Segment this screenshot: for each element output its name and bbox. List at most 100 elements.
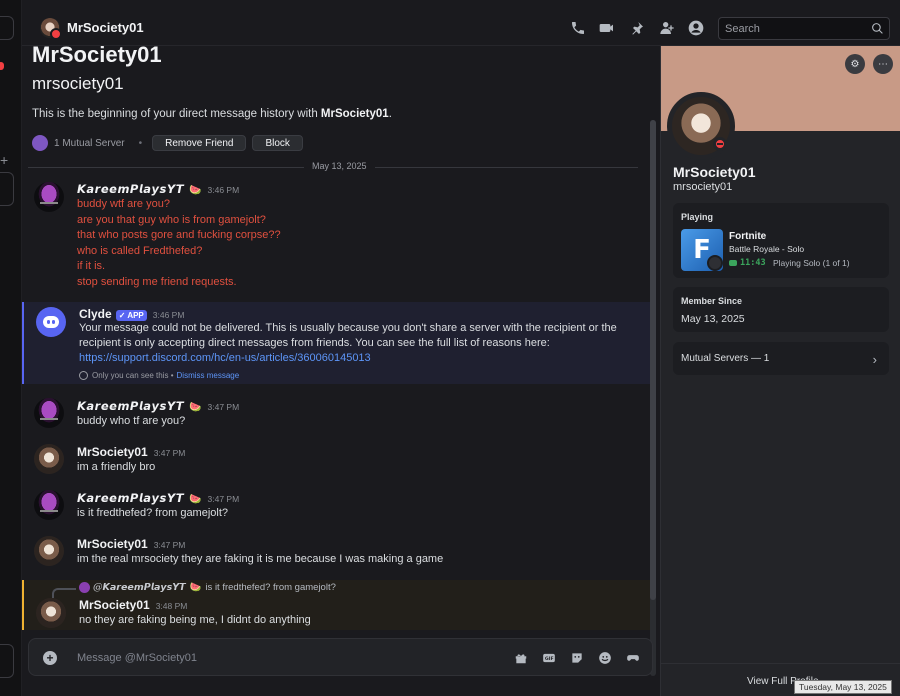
clyde-avatar[interactable] bbox=[36, 307, 66, 337]
avatar[interactable] bbox=[34, 182, 64, 212]
notification-dot bbox=[0, 62, 4, 70]
date-divider-label: May 13, 2025 bbox=[304, 161, 375, 171]
add-attachment-icon[interactable]: + bbox=[43, 651, 57, 665]
welcome-username: mrsociety01 bbox=[32, 74, 124, 93]
message-timestamp[interactable]: 3:47 PM bbox=[208, 494, 240, 504]
message-line: im a friendly bro bbox=[77, 461, 156, 473]
watermelon-emoji: 🍉 bbox=[189, 402, 202, 413]
ephemeral-text: Only you can see this • bbox=[92, 371, 174, 380]
separator-dot: • bbox=[138, 137, 143, 149]
message-line: recipient is only accepting direct messa… bbox=[79, 337, 550, 349]
chat-scrollbar[interactable] bbox=[650, 120, 656, 676]
game-name: Fortnite bbox=[729, 231, 767, 242]
reply-author[interactable]: @𝙆𝙖𝙧𝙚𝙚𝙢𝙋𝙡𝙖𝙮𝙨𝙔𝙏 bbox=[93, 582, 186, 593]
message: MrSociety01 3:47 PM im the real mrsociet… bbox=[22, 532, 652, 572]
pin-icon[interactable] bbox=[628, 19, 646, 37]
watermelon-emoji: 🍉 bbox=[189, 185, 202, 196]
message-timestamp[interactable]: 3:47 PM bbox=[208, 402, 240, 412]
add-friend-icon[interactable]: ⚙ bbox=[845, 54, 865, 74]
mutual-servers-row[interactable]: Mutual Servers — 1 › bbox=[673, 342, 889, 375]
intro-text: This is the beginning of your direct mes… bbox=[32, 108, 321, 120]
profile-avatar[interactable] bbox=[667, 92, 735, 160]
remove-friend-button[interactable]: Remove Friend bbox=[152, 135, 247, 151]
phone-icon[interactable] bbox=[569, 19, 587, 37]
message-timestamp[interactable]: 3:47 PM bbox=[154, 540, 186, 550]
message: 𝙆𝙖𝙧𝙚𝙚𝙢𝙋𝙡𝙖𝙮𝙨𝙔𝙏 🍉 3:47 PM buddy who tf are… bbox=[22, 394, 652, 434]
avatar[interactable] bbox=[34, 444, 64, 474]
avatar[interactable] bbox=[34, 490, 64, 520]
message-timestamp[interactable]: 3:47 PM bbox=[154, 448, 186, 458]
gif-icon[interactable]: GIF bbox=[542, 651, 556, 665]
add-friend-icon[interactable] bbox=[658, 19, 676, 37]
user-panel-partial[interactable] bbox=[0, 644, 14, 678]
message-header: 𝙆𝙖𝙧𝙚𝙚𝙢𝙋𝙡𝙖𝙮𝙨𝙔𝙏 🍉 3:46 PM bbox=[77, 182, 239, 196]
message-author[interactable]: MrSociety01 bbox=[77, 537, 148, 551]
chat-area: MrSociety01 mrsociety01 This is the begi… bbox=[22, 46, 660, 696]
welcome-display-name: MrSociety01 bbox=[32, 46, 162, 67]
elapsed-time: 11:43 bbox=[740, 258, 766, 268]
more-options-icon[interactable]: ⋯ bbox=[873, 54, 893, 74]
reply-message: @𝙆𝙖𝙧𝙚𝙚𝙢𝙋𝙡𝙖𝙮𝙨𝙔𝙏 🍉 is it fredthefed? from … bbox=[22, 580, 652, 630]
reply-connector bbox=[52, 588, 76, 598]
emoji-icon[interactable] bbox=[598, 651, 612, 665]
video-icon[interactable] bbox=[598, 19, 616, 37]
message-author[interactable]: 𝙆𝙖𝙧𝙚𝙚𝙢𝙋𝙡𝙖𝙮𝙨𝙔𝙏 bbox=[77, 399, 184, 413]
message-line: that who posts gore and fucking corpse?? bbox=[77, 229, 281, 241]
bot-icon bbox=[43, 316, 59, 328]
message: 𝙆𝙖𝙧𝙚𝙚𝙢𝙋𝙡𝙖𝙮𝙨𝙔𝙏 🍉 3:47 PM is it fredthefed… bbox=[22, 486, 652, 526]
mutual-row: 1 Mutual Server • Remove Friend Block bbox=[32, 134, 309, 152]
avatar[interactable] bbox=[40, 18, 62, 40]
avatar[interactable] bbox=[36, 598, 66, 628]
message-link[interactable]: https://support.discord.com/hc/en-us/art… bbox=[79, 352, 371, 364]
avatar[interactable] bbox=[34, 536, 64, 566]
message-author[interactable]: Clyde bbox=[79, 307, 112, 321]
message-line: are you that guy who is from gamejolt? bbox=[77, 214, 266, 226]
game-mode: Battle Royale - Solo bbox=[729, 244, 805, 254]
message-author[interactable]: MrSociety01 bbox=[79, 598, 150, 612]
message-line: no they are faking being me, I didnt do … bbox=[79, 614, 311, 626]
dismiss-message-link[interactable]: Dismiss message bbox=[177, 371, 240, 380]
game-elapsed: 11:43 bbox=[729, 258, 766, 268]
system-message: Clyde ✓ APP 3:46 PM Your message could n… bbox=[22, 302, 652, 384]
message: 𝙆𝙖𝙧𝙚𝙚𝙢𝙋𝙡𝙖𝙮𝙨𝙔𝙏 🍉 3:46 PM buddy wtf are yo… bbox=[22, 176, 652, 294]
message-input[interactable] bbox=[77, 650, 457, 666]
watermelon-emoji: 🍉 bbox=[189, 582, 202, 593]
channel-title[interactable]: MrSociety01 bbox=[67, 20, 144, 35]
member-since-date: May 13, 2025 bbox=[681, 313, 745, 325]
mutual-server-count[interactable]: 1 Mutual Server bbox=[54, 138, 125, 149]
chevron-right-icon: › bbox=[872, 352, 877, 367]
avatar bbox=[79, 582, 90, 593]
search-bar[interactable] bbox=[718, 17, 890, 40]
message-header: MrSociety01 3:47 PM bbox=[77, 445, 185, 459]
message-composer: + GIF bbox=[28, 638, 653, 676]
reply-preview[interactable]: is it fredthefed? from gamejolt? bbox=[205, 582, 335, 593]
add-server-icon[interactable]: + bbox=[0, 152, 8, 168]
profile-username[interactable]: mrsociety01 bbox=[673, 181, 732, 193]
activity-icon[interactable] bbox=[626, 651, 640, 665]
intro-name: MrSociety01 bbox=[320, 108, 389, 120]
message-line: Your message could not be delivered. Thi… bbox=[79, 322, 617, 334]
server-sidebar-edge: + bbox=[0, 0, 22, 696]
profile-icon[interactable] bbox=[687, 19, 705, 37]
block-button[interactable]: Block bbox=[252, 135, 303, 151]
search-icon[interactable] bbox=[871, 22, 884, 35]
member-since-card: Member Since May 13, 2025 bbox=[673, 287, 889, 332]
avatar[interactable] bbox=[34, 398, 64, 428]
message-author[interactable]: 𝙆𝙖𝙧𝙚𝙚𝙢𝙋𝙡𝙖𝙮𝙨𝙔𝙏 bbox=[77, 491, 184, 505]
date-divider: May 13, 2025 bbox=[28, 161, 638, 171]
message-header: MrSociety01 3:48 PM bbox=[79, 598, 187, 612]
message-timestamp[interactable]: 3:46 PM bbox=[208, 185, 240, 195]
server-icon-partial[interactable] bbox=[0, 172, 14, 206]
message-author[interactable]: 𝙆𝙖𝙧𝙚𝙚𝙢𝙋𝙡𝙖𝙮𝙨𝙔𝙏 bbox=[77, 182, 184, 196]
sticker-icon[interactable] bbox=[570, 651, 584, 665]
server-icon-partial[interactable] bbox=[0, 16, 14, 40]
search-input[interactable] bbox=[725, 21, 865, 36]
message-timestamp[interactable]: 3:48 PM bbox=[156, 601, 188, 611]
message-author[interactable]: MrSociety01 bbox=[77, 445, 148, 459]
app-badge: ✓ APP bbox=[115, 310, 147, 321]
discord-window: + MrSociety01 MrSociety01 bbox=[0, 0, 900, 696]
reply-reference[interactable]: @𝙆𝙖𝙧𝙚𝙚𝙢𝙋𝙡𝙖𝙮𝙨𝙔𝙏 🍉 is it fredthefed? from … bbox=[79, 582, 336, 593]
message-timestamp[interactable]: 3:46 PM bbox=[153, 310, 185, 320]
channel-header: MrSociety01 bbox=[22, 10, 900, 46]
gift-icon[interactable] bbox=[514, 651, 528, 665]
